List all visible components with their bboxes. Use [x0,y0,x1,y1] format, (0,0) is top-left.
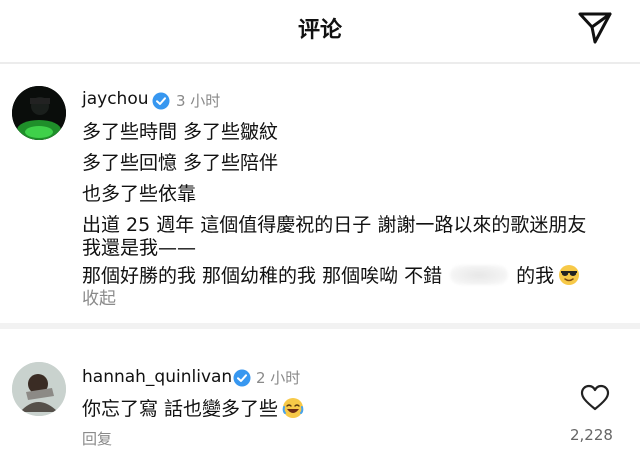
comment-line-2: 多了些回憶 多了些陪伴 [82,152,279,174]
username-hannah[interactable]: hannah_quinlivan [82,367,232,387]
page-title: 评论 [297,18,342,43]
send-icon[interactable] [576,8,614,46]
like-count: 2,228 [570,426,613,444]
avatar-image [12,362,66,416]
reply-button[interactable]: 回复 [82,428,112,449]
avatar-hannah[interactable] [12,362,66,416]
sunglasses-emoji-icon [559,265,580,285]
comment-time: 3 小时 [176,92,221,110]
verified-badge-icon [152,92,170,110]
comment-line-6-start: 那個好勝的我 那個幼稚的我 那個唉呦 不錯 [82,265,443,287]
laughing-emoji-icon [282,398,304,418]
comment-line-1: 多了些時間 多了些皺紋 [82,121,279,143]
comment-line-5: 我還是我—— [82,237,197,259]
verified-badge-icon [233,369,251,387]
header-divider [0,62,640,64]
collapse-button[interactable]: 收起 [82,284,116,309]
comment-text: 你忘了寫 話也變多了些 [82,394,304,421]
censored-blur [450,265,509,285]
avatar-image [12,86,66,140]
section-divider [0,323,640,329]
comment-line-3: 也多了些依靠 [82,183,197,205]
comment-line-6-end: 的我 [516,265,555,287]
comment-text-body: 你忘了寫 話也變多了些 [82,398,279,420]
comment-time: 2 小时 [256,369,301,387]
username-jaychou[interactable]: jaychou [82,89,149,109]
comments-header: 评论 [0,0,640,56]
comment-line-6: 那個好勝的我 那個幼稚的我 那個唉呦 不錯 的我 [82,261,580,288]
avatar-jaychou[interactable] [12,86,66,140]
heart-icon[interactable] [580,384,610,412]
